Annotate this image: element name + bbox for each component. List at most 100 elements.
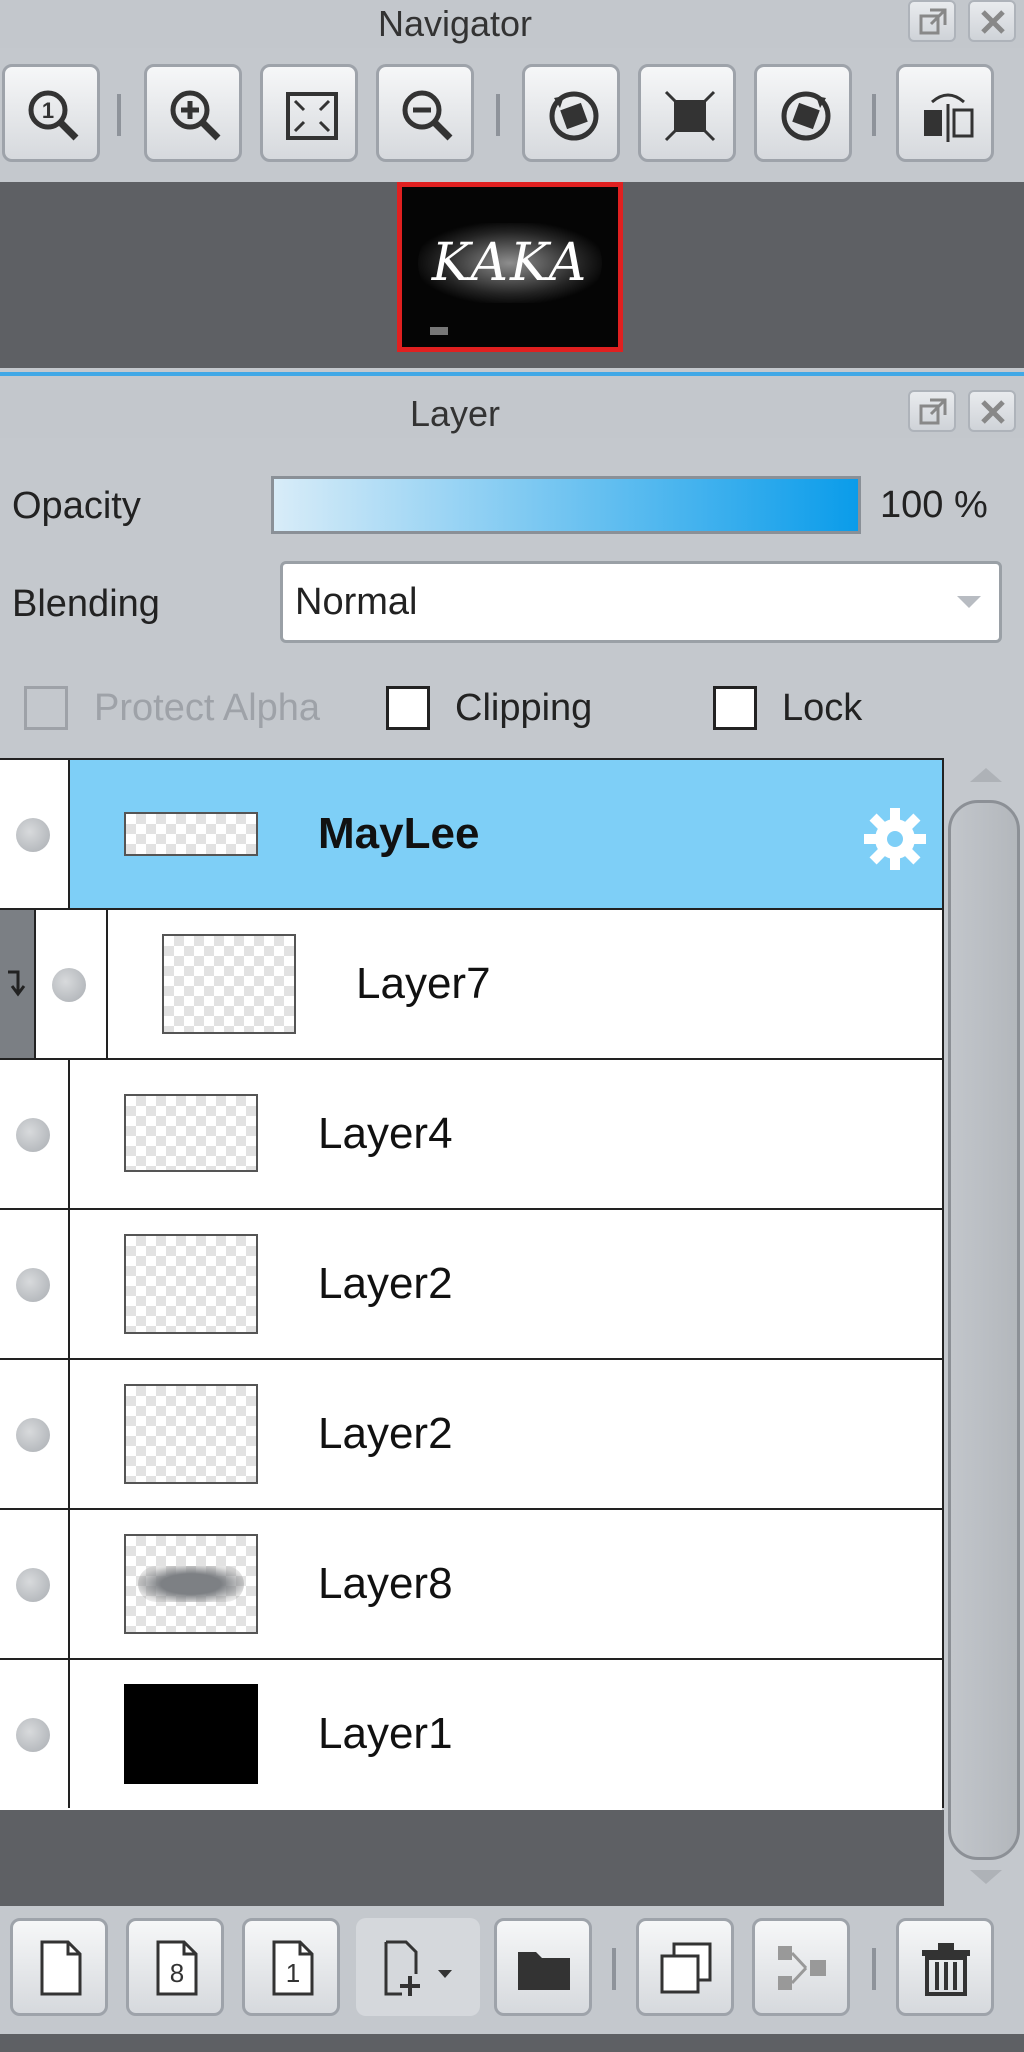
detach-panel-button[interactable] bbox=[908, 0, 956, 42]
layer-thumbnail bbox=[124, 1094, 258, 1172]
new-layer-button[interactable] bbox=[10, 1918, 108, 2016]
visibility-icon bbox=[16, 1418, 50, 1452]
close-panel-button[interactable] bbox=[968, 0, 1016, 42]
layer-list-scrollbar[interactable] bbox=[946, 758, 1024, 1918]
close-panel-button[interactable] bbox=[968, 390, 1016, 432]
visibility-toggle[interactable] bbox=[0, 1210, 70, 1358]
close-icon bbox=[981, 10, 1005, 34]
new-1bit-layer-icon: 1 bbox=[272, 1940, 314, 1996]
layer-name: Layer1 bbox=[318, 1709, 453, 1758]
rotate-right-button[interactable] bbox=[754, 64, 852, 162]
zoom-out-icon bbox=[402, 90, 453, 141]
detach-icon bbox=[919, 8, 947, 35]
flip-horizontal-button[interactable] bbox=[896, 64, 994, 162]
protect-alpha-checkbox[interactable] bbox=[24, 686, 68, 730]
zoom-100-icon: 1 bbox=[28, 90, 79, 141]
visibility-toggle[interactable] bbox=[0, 760, 70, 908]
close-icon bbox=[981, 400, 1005, 424]
visibility-toggle[interactable] bbox=[36, 910, 108, 1058]
opacity-slider[interactable] bbox=[271, 476, 861, 534]
layer-thumbnail bbox=[162, 934, 296, 1034]
toolbar-separator bbox=[496, 94, 500, 136]
zoom-100-button[interactable]: 1 bbox=[2, 64, 100, 162]
bit-label: 1 bbox=[286, 1958, 300, 1988]
layer-titlebar: Layer bbox=[0, 390, 1024, 438]
delete-layer-button[interactable] bbox=[896, 1918, 994, 2016]
layer-row-layer4[interactable]: Layer4 bbox=[0, 1060, 942, 1210]
visibility-icon bbox=[16, 1718, 50, 1752]
zoom-in-button[interactable] bbox=[144, 64, 242, 162]
fit-screen-button[interactable] bbox=[260, 64, 358, 162]
scroll-down-icon[interactable] bbox=[970, 1870, 1002, 1884]
layer-name: Layer8 bbox=[318, 1559, 453, 1608]
layer-thumbnail bbox=[124, 1384, 258, 1484]
panel-divider[interactable] bbox=[0, 372, 1024, 376]
visibility-icon bbox=[16, 1118, 50, 1152]
opacity-value: 100 % bbox=[880, 484, 988, 526]
chevron-down-icon bbox=[957, 596, 981, 608]
fit-screen-icon bbox=[286, 92, 338, 140]
canvas-thumbnail[interactable]: KAKA bbox=[397, 182, 623, 352]
layer-list: MayLee Layer7 Layer4 Layer2 Layer2 Layer… bbox=[0, 758, 944, 1810]
new-8bit-layer-icon: 8 bbox=[156, 1940, 198, 1996]
visibility-toggle[interactable] bbox=[0, 1510, 70, 1658]
layer-row-maylee[interactable]: MayLee bbox=[0, 760, 942, 910]
layer-thumbnail bbox=[124, 1684, 258, 1784]
protect-alpha-label: Protect Alpha bbox=[94, 687, 321, 729]
layer-name: Layer4 bbox=[318, 1109, 453, 1158]
duplicate-layer-icon bbox=[660, 1942, 712, 1994]
visibility-toggle[interactable] bbox=[0, 1060, 70, 1208]
clipping-checkbox[interactable] bbox=[386, 686, 430, 730]
new-1bit-layer-button[interactable]: 1 bbox=[242, 1918, 340, 2016]
blending-select[interactable]: Normal bbox=[280, 561, 1002, 643]
reset-rotation-button[interactable] bbox=[638, 64, 736, 162]
gear-icon[interactable] bbox=[860, 804, 930, 874]
navigator-titlebar: Navigator bbox=[0, 0, 1024, 48]
panel-footer bbox=[0, 2034, 1024, 2052]
layer-row-layer7[interactable]: Layer7 bbox=[0, 910, 942, 1060]
blending-value: Normal bbox=[295, 581, 418, 623]
toolbar-separator bbox=[872, 94, 876, 136]
layer-panel-title: Layer bbox=[409, 393, 501, 434]
layer-name: Layer7 bbox=[356, 959, 491, 1008]
visibility-icon bbox=[16, 1568, 50, 1602]
layer-row-layer1[interactable]: Layer1 bbox=[0, 1660, 942, 1810]
layer-list-empty-area bbox=[0, 1810, 944, 1906]
layer-row-layer8[interactable]: Layer8 bbox=[0, 1510, 942, 1660]
visibility-toggle[interactable] bbox=[0, 1660, 70, 1808]
scroll-up-icon[interactable] bbox=[970, 768, 1002, 782]
layer-row-layer2[interactable]: Layer2 bbox=[0, 1360, 942, 1510]
rotate-left-button[interactable] bbox=[522, 64, 620, 162]
layer-thumbnail bbox=[124, 1234, 258, 1334]
toolbar-separator bbox=[117, 94, 121, 136]
detach-panel-button[interactable] bbox=[908, 390, 956, 432]
duplicate-layer-button[interactable] bbox=[636, 1918, 734, 2016]
add-layer-dropdown-button[interactable] bbox=[356, 1918, 480, 2016]
visibility-toggle[interactable] bbox=[0, 1360, 70, 1508]
layer-name: MayLee bbox=[318, 809, 480, 858]
reset-rotation-icon bbox=[664, 90, 716, 142]
navigator-toolbar: 1 bbox=[0, 64, 1024, 170]
navigator-title: Navigator bbox=[377, 3, 533, 44]
new-folder-icon bbox=[518, 1952, 570, 1990]
zoom-out-button[interactable] bbox=[376, 64, 474, 162]
layer-row-layer2[interactable]: Layer2 bbox=[0, 1210, 942, 1360]
new-folder-button[interactable] bbox=[494, 1918, 592, 2016]
merge-down-button[interactable] bbox=[752, 1918, 850, 2016]
rotate-right-icon bbox=[781, 91, 831, 141]
lock-label: Lock bbox=[782, 687, 863, 729]
new-8bit-layer-button[interactable]: 8 bbox=[126, 1918, 224, 2016]
thumbnail-detail bbox=[430, 327, 448, 335]
thumbnail-content bbox=[138, 1566, 244, 1602]
bit-label: 8 bbox=[170, 1958, 184, 1988]
lock-checkbox[interactable] bbox=[713, 686, 757, 730]
layer-name: Layer2 bbox=[318, 1409, 453, 1458]
scroll-thumb[interactable] bbox=[948, 800, 1020, 1860]
visibility-icon bbox=[52, 968, 86, 1002]
visibility-icon bbox=[16, 818, 50, 852]
layer-thumbnail bbox=[124, 1534, 258, 1634]
layer-toolbar: 8 1 bbox=[0, 1906, 1024, 2016]
zoom-in-icon bbox=[170, 90, 221, 141]
blending-label: Blending bbox=[12, 583, 160, 625]
navigator-preview[interactable]: KAKA bbox=[0, 182, 1024, 368]
